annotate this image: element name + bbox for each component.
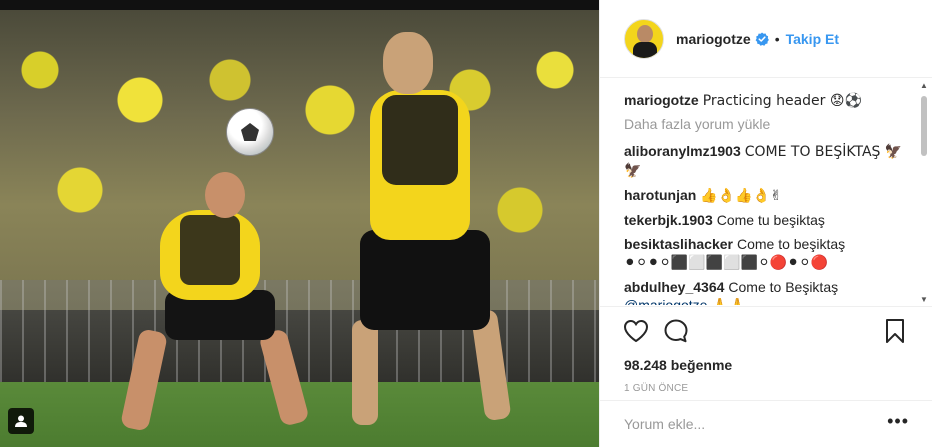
bookmark-icon[interactable] <box>881 317 909 345</box>
caption: mariogotze Practicing header 😟⚽ <box>624 91 909 110</box>
header-separator: • <box>774 30 780 47</box>
post-photo[interactable] <box>0 0 599 447</box>
player-right-vest <box>382 95 458 185</box>
scroll-up-icon[interactable]: ▲ <box>920 82 928 90</box>
comment-text: Come to beşiktaş <box>736 236 846 252</box>
comment-username[interactable]: aliboranylmz1903 <box>624 143 741 159</box>
list-item: tekerbjk.1903 Come tu beşiktaş <box>624 211 909 229</box>
likes-count[interactable]: 98.248 beğenme <box>622 357 909 373</box>
scrollbar-thumb[interactable] <box>921 96 927 156</box>
action-icons <box>622 317 909 345</box>
comment-text: Come tu beşiktaş <box>716 212 825 228</box>
comment-icon[interactable] <box>662 317 690 345</box>
player-right-leg <box>352 320 378 425</box>
comment-input[interactable] <box>624 416 888 432</box>
add-comment-bar: ••• <box>600 400 932 447</box>
comment-mention[interactable]: @mariogotze <box>624 297 707 305</box>
comment-username[interactable]: abdulhey_4364 <box>624 279 724 295</box>
player-left-vest <box>180 215 240 285</box>
more-options-button[interactable]: ••• <box>887 412 909 432</box>
caption-text: Practicing header 😟⚽ <box>702 93 862 109</box>
caption-username[interactable]: mariogotze <box>624 92 699 108</box>
comment-username[interactable]: harotunjan <box>624 187 696 203</box>
comment-text: 👍👌👍👌✌ <box>700 188 782 204</box>
list-item: aliboranylmz1903 COME TO BEŞİKTAŞ 🦅🦅 <box>624 142 909 180</box>
comment-emoji: ⚫⚪⚫⚪⬛⬜⬛⬜⬛⚪🔴⚫⚪🔴 <box>624 255 829 271</box>
player-right-shorts <box>360 230 490 330</box>
comment-text: Come to Beşiktaş <box>728 279 839 295</box>
crowd-background <box>0 10 599 310</box>
photo-scene <box>0 10 599 447</box>
post-header: mariogotze • Takip Et <box>600 0 932 78</box>
list-item: besiktaslihacker Come to beşiktaş ⚫⚪⚫⚪⬛⬜⬛… <box>624 235 909 272</box>
avatar[interactable] <box>624 18 664 59</box>
fence <box>0 280 599 390</box>
comment-username[interactable]: besiktaslihacker <box>624 236 733 252</box>
football <box>226 108 274 156</box>
player-left-head <box>205 172 245 218</box>
follow-button[interactable]: Takip Et <box>786 31 839 47</box>
player-right-head <box>383 32 433 94</box>
list-item: abdulhey_4364 Come to Beşiktaş @mariogotz… <box>624 278 909 305</box>
comment-emoji: 🙏🙏 <box>711 298 746 305</box>
comments-list[interactable]: mariogotze Practicing header 😟⚽ Daha fazl… <box>600 79 932 305</box>
post-timestamp[interactable]: 1 GÜN ÖNCE <box>622 383 909 394</box>
user-tag-icon[interactable] <box>8 408 34 434</box>
comments-scrollbar[interactable]: ▲ ▼ <box>919 82 929 304</box>
list-item: harotunjan 👍👌👍👌✌ <box>624 186 909 205</box>
post-sidebar: mariogotze • Takip Et mariogotze Practici… <box>599 0 932 447</box>
verified-badge-icon <box>755 32 769 46</box>
post-actions: 98.248 beğenme 1 GÜN ÖNCE <box>600 306 932 394</box>
load-more-comments-button[interactable]: Daha fazla yorum yükle <box>624 116 909 132</box>
scroll-down-icon[interactable]: ▼ <box>920 296 928 304</box>
header-username[interactable]: mariogotze <box>676 31 751 47</box>
heart-icon[interactable] <box>622 317 650 345</box>
comment-username[interactable]: tekerbjk.1903 <box>624 212 713 228</box>
